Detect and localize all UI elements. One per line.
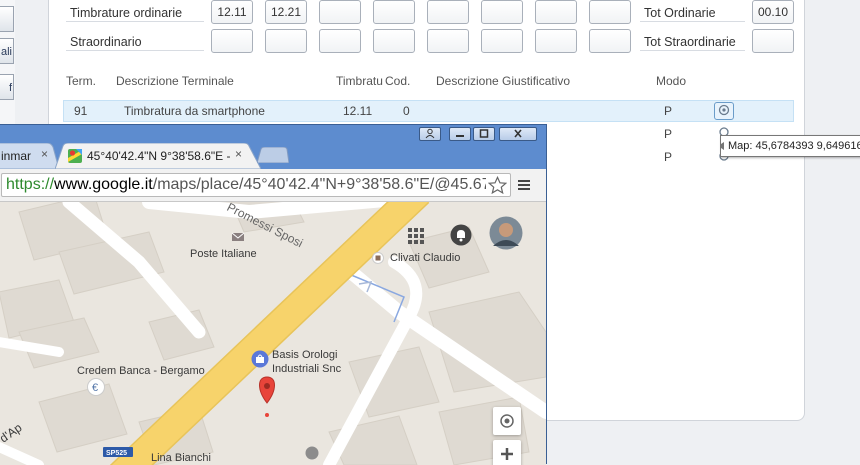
- notifications-bell-icon[interactable]: [450, 224, 472, 249]
- bookmark-star-icon[interactable]: [488, 176, 507, 195]
- cell-cod: 0: [403, 104, 410, 118]
- header-term[interactable]: Term.: [66, 74, 96, 88]
- time-box[interactable]: [481, 0, 523, 24]
- cell-mode: P: [664, 104, 673, 118]
- time-box[interactable]: [373, 29, 415, 53]
- poi-icon: [231, 231, 245, 246]
- tab-close-icon[interactable]: ×: [235, 147, 242, 161]
- left-button-1[interactable]: [0, 6, 14, 32]
- time-box[interactable]: [427, 29, 469, 53]
- poi-label: Industriali Snc: [272, 363, 342, 375]
- tab-title: 45°40'42.4"N 9°38'58.6"E -: [87, 149, 231, 163]
- map-canvas[interactable]: SP525 Promessi Sposi Poste Italiane Cliv…: [0, 202, 546, 465]
- plus-icon: [501, 448, 513, 460]
- tab-close-icon[interactable]: ×: [41, 147, 48, 161]
- row-label-ordinary: Timbrature ordinarie: [66, 4, 204, 22]
- address-bar[interactable]: https://www.google.it/maps/place/45°40'4…: [1, 173, 511, 197]
- minimize-icon: [456, 135, 464, 137]
- shopping-icon: [251, 350, 269, 371]
- time-box[interactable]: [535, 29, 577, 53]
- time-box[interactable]: [589, 29, 631, 53]
- my-location-button[interactable]: [493, 407, 521, 435]
- cell-mode: P: [664, 127, 673, 141]
- time-box[interactable]: [265, 29, 307, 53]
- map-pin-icon: [718, 104, 730, 116]
- cell-term: 91: [74, 104, 88, 118]
- total-overtime-box[interactable]: [752, 29, 794, 53]
- left-button-2[interactable]: ali: [0, 38, 14, 64]
- cell-time: 12.11: [343, 104, 373, 118]
- poi-icon: [372, 252, 384, 267]
- maximize-icon: [479, 129, 489, 138]
- close-window-button[interactable]: [499, 127, 537, 141]
- tab-inactive[interactable]: inmar ×: [0, 143, 59, 169]
- maximize-button[interactable]: [473, 127, 495, 141]
- bank-icon: €: [87, 378, 105, 399]
- url-text: https://www.google.it/maps/place/45°40'4…: [6, 176, 486, 194]
- google-maps-icon: [68, 149, 82, 163]
- svg-text:€: €: [92, 382, 98, 394]
- header-cod[interactable]: Cod.: [385, 74, 410, 88]
- time-box[interactable]: [427, 0, 469, 24]
- url-path: /maps/place/45°40'42.4"N+9°38'58.6"E/@45…: [152, 176, 486, 193]
- profile-button[interactable]: [419, 127, 441, 141]
- poi-label: Poste Italiane: [190, 248, 257, 260]
- cell-terminal-desc: Timbratura da smartphone: [124, 104, 265, 118]
- url-domain: www.google.it: [54, 176, 153, 193]
- poi-label: Clivati Claudio: [390, 252, 461, 264]
- time-box[interactable]: [481, 29, 523, 53]
- tab-title: inmar: [1, 149, 32, 163]
- tab-active[interactable]: 45°40'42.4"N 9°38'58.6"E - ×: [55, 143, 261, 169]
- total-label-overtime: Tot Straordinarie: [640, 33, 745, 51]
- poi-label: Basis Orologi: [272, 349, 338, 361]
- apps-grid-icon[interactable]: [407, 227, 425, 248]
- person-icon: [425, 128, 435, 139]
- browser-window: inmar × 45°40'42.4"N 9°38'58.6"E - × htt…: [0, 124, 547, 465]
- map-pin-button[interactable]: [714, 102, 734, 120]
- time-box[interactable]: [319, 0, 361, 24]
- browser-toolbar: https://www.google.it/maps/place/45°40'4…: [0, 169, 546, 202]
- time-box[interactable]: 12.21: [265, 0, 307, 24]
- time-box[interactable]: [319, 29, 361, 53]
- time-box[interactable]: [211, 29, 253, 53]
- row-label-overtime: Straordinario: [66, 33, 204, 51]
- poi-label: Credem Banca - Bergamo: [77, 365, 205, 377]
- new-tab-button[interactable]: [256, 146, 290, 166]
- header-mode[interactable]: Modo: [656, 74, 686, 88]
- time-box[interactable]: 12.11: [211, 0, 253, 24]
- total-ordinary-box[interactable]: 00.10: [752, 0, 794, 24]
- coordinates-tooltip: Map: 45,6784393 9,6496165: [720, 135, 860, 157]
- header-terminal-desc[interactable]: Descrizione Terminale: [116, 74, 234, 88]
- location-icon: [500, 414, 514, 428]
- avatar[interactable]: [489, 216, 523, 253]
- close-icon: [514, 129, 522, 138]
- time-box[interactable]: [535, 0, 577, 24]
- url-scheme: https://: [6, 176, 55, 193]
- menu-icon[interactable]: [517, 178, 531, 192]
- header-time[interactable]: Timbratu: [336, 74, 384, 88]
- zoom-in-button[interactable]: [493, 440, 521, 465]
- time-box[interactable]: [373, 0, 415, 24]
- total-label-ordinary: Tot Ordinarie: [640, 4, 745, 22]
- header-justification[interactable]: Descrizione Giustificativo: [436, 74, 570, 88]
- left-button-3[interactable]: f: [0, 74, 14, 100]
- time-box[interactable]: [589, 0, 631, 24]
- poi-icon: [305, 446, 319, 463]
- minimize-button[interactable]: [449, 127, 471, 141]
- cell-mode: P: [664, 150, 673, 164]
